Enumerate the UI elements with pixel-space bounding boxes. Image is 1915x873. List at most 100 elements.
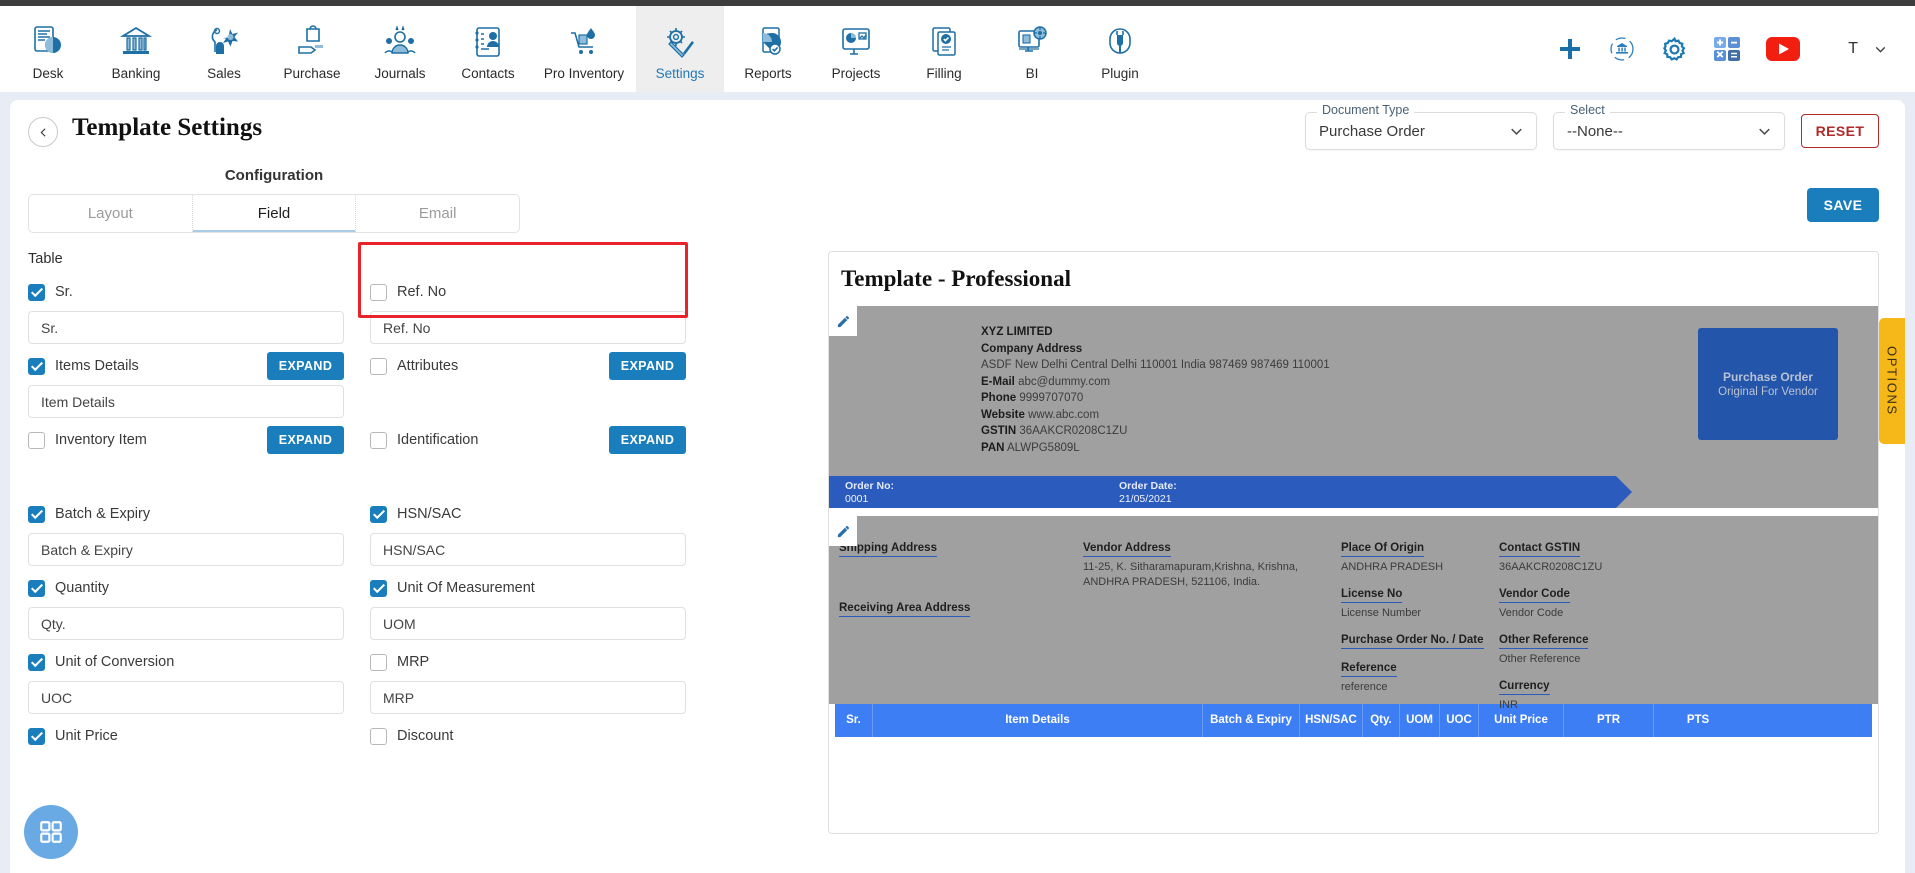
badge-line-2: Original For Vendor: [1718, 386, 1818, 398]
gear-icon[interactable]: [1661, 36, 1688, 63]
checkbox-ref-no[interactable]: [370, 283, 387, 301]
nav-item-journals[interactable]: Journals: [356, 6, 444, 92]
order-date-value: 21/05/2021: [1119, 493, 1172, 505]
field-input-quantity[interactable]: [28, 607, 344, 640]
main-navigation-bar: Desk Banking Sales Purchase Journals Con…: [0, 6, 1915, 92]
nav-item-pro-inventory[interactable]: Pro Inventory: [532, 6, 636, 92]
nav-item-bi[interactable]: BI: [988, 6, 1076, 92]
checkbox-unit-price[interactable]: [28, 727, 45, 745]
nav-item-projects[interactable]: Projects: [812, 6, 900, 92]
document-type-label: Document Type: [1317, 103, 1415, 117]
detail-field: Reference reference: [1341, 658, 1489, 695]
chevron-down-icon: [1875, 46, 1886, 53]
table-column-header: Batch & Expiry: [1203, 704, 1300, 737]
nav-item-plugin[interactable]: Plugin: [1076, 6, 1164, 92]
checkbox-quantity[interactable]: [28, 579, 45, 597]
detail-value: 36AAKCR0208C1ZU: [1499, 561, 1603, 573]
field-label: Discount: [397, 728, 454, 744]
preview-header-block: XYZ LIMITED Company Address ASDF New Del…: [829, 306, 1878, 508]
detail-field: Place Of Origin ANDHRA PRADESH: [1341, 538, 1489, 575]
select-dropdown[interactable]: --None--: [1553, 112, 1785, 150]
nav-item-filling[interactable]: Filling: [900, 6, 988, 92]
field-input-unit-of-measurement[interactable]: [370, 607, 686, 640]
nav-item-purchase[interactable]: Purchase: [268, 6, 356, 92]
back-button[interactable]: [28, 117, 58, 147]
detail-label: Purchase Order No. / Date: [1341, 634, 1484, 649]
field-input-ref-no[interactable]: [370, 311, 686, 344]
checkbox-discount[interactable]: [370, 727, 387, 745]
field-toggle-line: Batch & Expiry: [28, 499, 344, 529]
header-controls: Document Type Purchase Order Select --No…: [1305, 103, 1879, 150]
detail-label: License No: [1341, 588, 1403, 603]
checkbox-batch-expiry[interactable]: [28, 505, 45, 523]
youtube-icon[interactable]: [1766, 37, 1801, 61]
table-column-header: Sr.: [835, 704, 873, 737]
field-toggle-line: Identification EXPAND: [370, 425, 686, 455]
field-input-items-details[interactable]: [28, 385, 344, 418]
tab-email[interactable]: Email: [355, 195, 519, 232]
nav-item-banking[interactable]: Banking: [92, 6, 180, 92]
field-input-mrp[interactable]: [370, 681, 686, 714]
order-no-value: 0001: [845, 493, 869, 505]
field-input-hsn-sac[interactable]: [370, 533, 686, 566]
field-toggle-line: HSN/SAC: [370, 499, 686, 529]
nav-item-contacts[interactable]: Contacts: [444, 6, 532, 92]
checkbox-identification[interactable]: [370, 431, 387, 449]
checkbox-mrp[interactable]: [370, 653, 387, 671]
reports-icon: [751, 21, 785, 63]
calculator-icon[interactable]: [1714, 37, 1741, 61]
plus-icon[interactable]: [1557, 36, 1583, 62]
bank-sync-icon[interactable]: [1609, 36, 1635, 62]
details-column-1: Place Of Origin ANDHRA PRADESH License No…: [1341, 538, 1489, 704]
nav-right-actions: T: [1557, 6, 1915, 92]
tab-layout[interactable]: Layout: [29, 195, 192, 232]
detail-label: Contact GSTIN: [1499, 542, 1581, 557]
checkbox-sr[interactable]: [28, 283, 45, 301]
field-column-right: Ref. No Attributes EXPAND Identification E…: [370, 277, 686, 758]
checkbox-unit-of-conversion[interactable]: [28, 653, 45, 671]
table-section-label: Table: [28, 251, 63, 267]
configuration-title: Configuration: [224, 167, 324, 184]
apps-fab-button[interactable]: [24, 805, 78, 859]
field-label: MRP: [397, 654, 430, 670]
expand-button-attributes[interactable]: EXPAND: [609, 352, 686, 380]
nav-item-desk[interactable]: Desk: [4, 6, 92, 92]
tab-field[interactable]: Field: [191, 195, 356, 232]
page-title: Template Settings: [72, 114, 263, 141]
checkbox-items-details[interactable]: [28, 357, 45, 375]
field-row: Unit Of Measurement: [370, 573, 686, 640]
table-column-header: Qty.: [1363, 704, 1400, 737]
reset-button[interactable]: RESET: [1801, 114, 1879, 148]
checkbox-hsn-sac[interactable]: [370, 505, 387, 523]
field-input-unit-of-conversion[interactable]: [28, 681, 344, 714]
user-menu[interactable]: T: [1848, 40, 1889, 58]
nav-item-sales[interactable]: Sales: [180, 6, 268, 92]
field-label: Items Details: [55, 358, 139, 374]
field-label: Quantity: [55, 580, 109, 596]
filling-icon: [927, 21, 961, 63]
pencil-icon[interactable]: [829, 306, 857, 336]
nav-item-settings[interactable]: Settings: [636, 6, 724, 92]
expand-button-identification[interactable]: EXPAND: [609, 426, 686, 454]
table-column-header: UOC: [1440, 704, 1479, 737]
preview-title: Template - Professional: [841, 266, 1071, 291]
field-label: Batch & Expiry: [55, 506, 151, 522]
pencil-icon[interactable]: [829, 516, 857, 546]
expand-button-items-details[interactable]: EXPAND: [267, 352, 344, 380]
nav-item-reports[interactable]: Reports: [724, 6, 812, 92]
checkbox-attributes[interactable]: [370, 357, 387, 375]
gstin-value: 36AAKCR0208C1ZU: [1019, 425, 1128, 437]
nav-item-label: Contacts: [461, 66, 515, 81]
chevron-down-icon: [1759, 128, 1770, 135]
page-container: Template Settings Document Type Purchase…: [0, 92, 1915, 873]
save-button[interactable]: SAVE: [1807, 188, 1879, 222]
checkbox-unit-of-measurement[interactable]: [370, 579, 387, 597]
field-spacer: [370, 381, 686, 418]
field-input-sr[interactable]: [28, 311, 344, 344]
document-type-select[interactable]: Purchase Order: [1305, 112, 1537, 150]
expand-button-inventory-item[interactable]: EXPAND: [267, 426, 344, 454]
checkbox-inventory-item[interactable]: [28, 431, 45, 449]
document-type-field: Document Type Purchase Order: [1305, 103, 1537, 150]
options-side-tab[interactable]: OPTIONS: [1879, 318, 1905, 444]
field-input-batch-expiry[interactable]: [28, 533, 344, 566]
